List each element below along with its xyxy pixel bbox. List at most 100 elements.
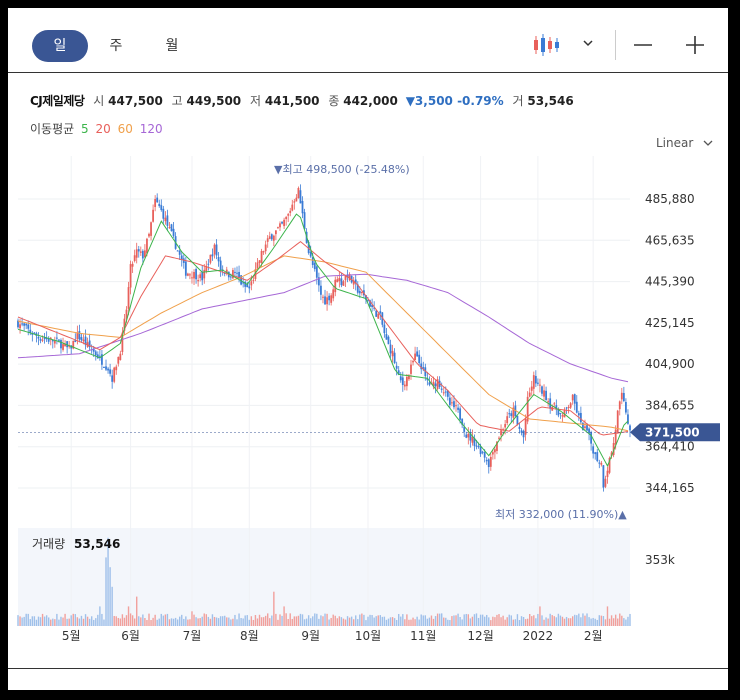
candle-body: [477, 446, 480, 448]
candle-body: [139, 251, 142, 253]
candle-body: [412, 361, 414, 363]
x-tick-label: 8월: [240, 629, 259, 643]
volume-bar: [140, 617, 142, 626]
candle-body: [483, 452, 486, 458]
candle-body: [358, 290, 361, 294]
bottom-border: [8, 668, 728, 669]
volume-bar: [576, 615, 578, 626]
candle-body: [401, 377, 404, 386]
candle-body: [324, 296, 326, 305]
volume-bar: [224, 615, 226, 626]
volume-bar: [453, 615, 455, 626]
candle-body: [395, 365, 398, 369]
volume-label: 거래량: [32, 537, 65, 551]
volume-bar: [512, 619, 515, 626]
volume-bar: [455, 615, 457, 626]
candle-body: [377, 313, 380, 319]
volume-bar: [264, 615, 267, 626]
volume-bar: [346, 616, 349, 626]
volume-bar: [189, 619, 191, 626]
volume-bar: [402, 614, 404, 626]
volume-bar: [330, 617, 332, 626]
volume-bar: [160, 613, 162, 626]
price-chart[interactable]: 485,880 465,635 445,390 425,145 404,900 384,6…: [8, 8, 728, 668]
candle-body: [152, 209, 154, 222]
volume-bar: [314, 613, 316, 626]
volume-bar: [113, 615, 115, 626]
volume-bar: [279, 614, 281, 626]
volume-bar: [533, 615, 535, 626]
candle-body: [510, 413, 513, 417]
volume-bar: [322, 616, 324, 626]
volume-bar: [226, 617, 228, 626]
candle-body: [541, 386, 543, 394]
candle-body: [285, 217, 288, 220]
volume-bar: [27, 613, 29, 626]
volume-bar: [332, 614, 334, 626]
candle-body: [448, 397, 451, 405]
candle-body: [393, 352, 396, 364]
candle-body: [150, 222, 152, 236]
volume-bar: [481, 614, 484, 626]
volume-bar: [54, 619, 56, 626]
price-tick-label: 384,655: [645, 398, 695, 412]
candle-body: [135, 249, 138, 258]
candle-body: [37, 336, 40, 339]
volume-bar: [297, 615, 300, 626]
candle-body: [328, 295, 331, 301]
candle-body: [41, 339, 44, 341]
candle-body: [479, 446, 482, 455]
volume-bar: [254, 615, 257, 626]
volume-bar: [457, 613, 459, 626]
candle-body: [522, 430, 525, 438]
candle-body: [614, 429, 617, 445]
volume-bar: [414, 619, 416, 626]
candle-body: [322, 296, 324, 298]
volume-bar: [496, 614, 498, 626]
candle-body: [575, 401, 578, 413]
volume-bar: [492, 616, 494, 626]
candle-body: [166, 215, 169, 226]
volume-bar: [246, 615, 248, 626]
candle-body: [80, 337, 83, 341]
candle-body: [592, 446, 595, 454]
volume-bar: [269, 618, 271, 626]
volume-bar: [418, 619, 420, 626]
candle-body: [600, 462, 603, 465]
volume-bar: [103, 619, 105, 626]
volume-bar: [107, 537, 109, 626]
candle-body: [606, 470, 609, 478]
volume-bar: [295, 616, 298, 626]
candle-body: [19, 324, 21, 329]
candle-body: [203, 269, 206, 279]
candle-body: [252, 279, 255, 281]
candle-body: [602, 465, 605, 488]
candle-body: [571, 394, 574, 401]
volume-bar: [199, 618, 201, 626]
candle-body: [289, 210, 292, 213]
candle-body: [481, 451, 484, 453]
candle-body: [342, 281, 345, 286]
volume-bar: [342, 618, 345, 626]
volume-bar: [31, 616, 34, 626]
volume-bar: [545, 617, 547, 626]
volume-bar: [185, 616, 187, 626]
candle-body: [618, 401, 621, 410]
candle-body: [453, 401, 455, 408]
volume-bar: [148, 613, 150, 626]
volume-bar: [101, 613, 103, 626]
volume-bar: [164, 614, 167, 626]
candle-body: [127, 287, 130, 309]
candle-body: [330, 295, 333, 303]
volume-bar: [183, 618, 185, 626]
candle-body: [146, 238, 148, 254]
volume-bar: [273, 591, 275, 626]
volume-bar: [37, 616, 40, 626]
volume-bar: [78, 618, 81, 626]
volume-bar: [277, 619, 279, 626]
candle-body: [506, 416, 509, 424]
volume-bar: [567, 618, 570, 626]
volume-bar: [340, 617, 343, 626]
candle-body: [539, 384, 541, 386]
volume-bar: [359, 614, 361, 626]
